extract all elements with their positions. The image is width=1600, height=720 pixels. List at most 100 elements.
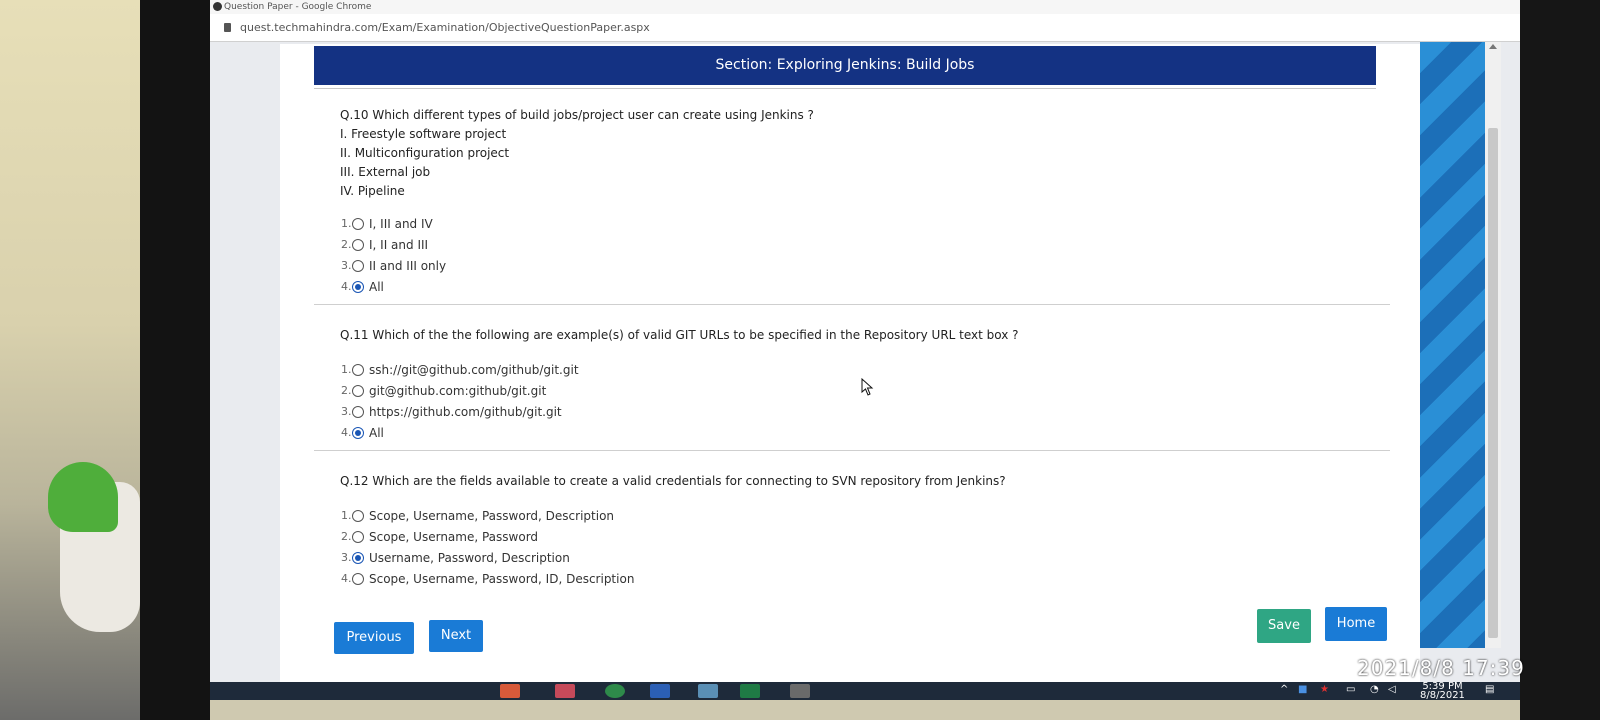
option-label: https://github.com/github/git.git (369, 404, 562, 419)
browser-title-bar: Question Paper - Google Chrome (210, 0, 1520, 14)
option-2[interactable]: 2. Scope, Username, Password (341, 526, 1380, 547)
radio-button[interactable] (352, 509, 364, 522)
mouse-cursor-icon (861, 378, 874, 396)
volume-icon[interactable]: ◁ (1388, 684, 1396, 695)
scroll-thumb[interactable] (1488, 128, 1498, 638)
url-text[interactable]: quest.techmahindra.com/Exam/Examination/… (240, 21, 650, 34)
taskbar-app-icon[interactable] (790, 684, 810, 698)
radio-button[interactable] (352, 238, 364, 251)
green-cap-object (48, 462, 118, 532)
option-2[interactable]: 2. I, II and III (341, 234, 1380, 255)
window-title: Question Paper - Google Chrome (224, 2, 372, 12)
excel-taskbar-icon[interactable] (740, 684, 760, 698)
lock-icon (224, 23, 231, 32)
previous-button[interactable]: Previous (334, 622, 414, 654)
option-number: 2. (341, 384, 352, 397)
option-1[interactable]: 1. I, III and IV (341, 213, 1380, 234)
statement: III. External job (340, 165, 431, 179)
next-button[interactable]: Next (429, 620, 483, 652)
monitor-bezel-left (140, 0, 210, 720)
option-4[interactable]: 4. Scope, Username, Password, ID, Descrip… (341, 568, 1380, 589)
radio-button[interactable] (352, 384, 364, 397)
taskbar-app-icon[interactable] (500, 684, 520, 698)
option-label: All (369, 279, 384, 294)
option-number: 1. (341, 363, 352, 376)
save-button[interactable]: Save (1257, 609, 1311, 643)
option-1[interactable]: 1. Scope, Username, Password, Description (341, 505, 1380, 526)
battery-icon[interactable]: ▭ (1346, 684, 1355, 695)
option-number: 4. (341, 572, 352, 585)
question-12: Q.12 Which are the fields available to c… (340, 472, 1380, 589)
tray-chevron-icon[interactable]: ^ (1280, 684, 1288, 695)
question-text: Q.10 Which different types of build jobs… (340, 108, 814, 122)
address-bar[interactable]: quest.techmahindra.com/Exam/Examination/… (210, 14, 1520, 42)
option-label: Scope, Username, Password (369, 529, 539, 544)
question-text: Q.11 Which of the the following are exam… (340, 328, 1019, 342)
question-11: Q.11 Which of the the following are exam… (340, 326, 1380, 443)
photo-timestamp: 2021/8/8 17:39 (1357, 656, 1525, 680)
radio-button[interactable] (352, 530, 364, 543)
radio-button[interactable] (352, 405, 364, 418)
tray-star-icon[interactable]: ★ (1320, 684, 1329, 695)
radio-button-selected[interactable] (352, 280, 364, 293)
wifi-icon[interactable]: ◔ (1370, 684, 1379, 695)
scroll-up-icon[interactable] (1489, 44, 1497, 49)
radio-button[interactable] (352, 363, 364, 376)
option-number: 3. (341, 551, 352, 564)
option-3[interactable]: 3. Username, Password, Description (341, 547, 1380, 568)
option-label: I, II and III (369, 237, 429, 252)
question-10: Q.10 Which different types of build jobs… (340, 106, 1380, 297)
chrome-icon (213, 2, 222, 11)
taskbar-clock[interactable]: 5:39 PM 8/8/2021 (1420, 682, 1465, 701)
tray-app-icon[interactable]: ■ (1298, 684, 1307, 695)
question-divider (314, 450, 1390, 451)
radio-button-selected[interactable] (352, 551, 364, 564)
option-4[interactable]: 4. All (341, 422, 1380, 443)
monitor-bezel-right (1520, 0, 1600, 720)
option-label: Username, Password, Description (369, 550, 570, 565)
options-list: 1. Scope, Username, Password, Description… (340, 505, 1380, 589)
page-scrollbar[interactable] (1485, 42, 1501, 648)
option-number: 1. (341, 509, 352, 522)
chrome-taskbar-icon[interactable] (605, 684, 625, 698)
notification-icon[interactable]: ▤ (1485, 684, 1494, 695)
question-text: Q.12 Which are the fields available to c… (340, 474, 1006, 488)
word-taskbar-icon[interactable] (650, 684, 670, 698)
option-label: Scope, Username, Password, Description (369, 508, 615, 523)
option-3[interactable]: 3. II and III only (341, 255, 1380, 276)
option-number: 3. (341, 405, 352, 418)
option-label: II and III only (369, 258, 447, 273)
option-label: All (369, 425, 384, 440)
option-number: 4. (341, 426, 352, 439)
option-number: 1. (341, 217, 352, 230)
monitor-screen: Question Paper - Google Chrome quest.tec… (210, 0, 1520, 700)
radio-button[interactable] (352, 259, 364, 272)
exam-page: Section: Exploring Jenkins: Build Jobs Q… (210, 42, 1520, 690)
options-list: 1. I, III and IV 2. I, II and III 3. II and… (340, 213, 1380, 297)
statement: I. Freestyle software project (340, 127, 507, 141)
statement: II. Multiconfiguration project (340, 146, 510, 160)
radio-button[interactable] (352, 572, 364, 585)
option-number: 2. (341, 530, 352, 543)
divider (314, 88, 1376, 89)
option-label: Scope, Username, Password, ID, Descripti… (369, 571, 635, 586)
taskbar-app-icon[interactable] (555, 684, 575, 698)
option-label: I, III and IV (369, 216, 433, 231)
option-number: 4. (341, 280, 352, 293)
options-list: 1. ssh://git@github.com/github/git.git 2.… (340, 359, 1380, 443)
statement: IV. Pipeline (340, 184, 405, 198)
clock-date: 8/8/2021 (1420, 690, 1465, 701)
decorative-side-panel (1420, 42, 1485, 648)
radio-button[interactable] (352, 217, 364, 230)
section-title: Section: Exploring Jenkins: Build Jobs (314, 46, 1376, 85)
option-4[interactable]: 4. All (341, 276, 1380, 297)
option-label: ssh://git@github.com/github/git.git (369, 362, 579, 377)
radio-button-selected[interactable] (352, 426, 364, 439)
option-1[interactable]: 1. ssh://git@github.com/github/git.git (341, 359, 1380, 380)
question-divider (314, 304, 1390, 305)
option-3[interactable]: 3. https://github.com/github/git.git (341, 401, 1380, 422)
windows-taskbar: ^ ■ ★ ▭ ◔ ◁ 5:39 PM 8/8/2021 ▤ (210, 682, 1520, 700)
taskbar-app-icon[interactable] (698, 684, 718, 698)
home-button[interactable]: Home (1325, 607, 1387, 641)
option-number: 3. (341, 259, 352, 272)
